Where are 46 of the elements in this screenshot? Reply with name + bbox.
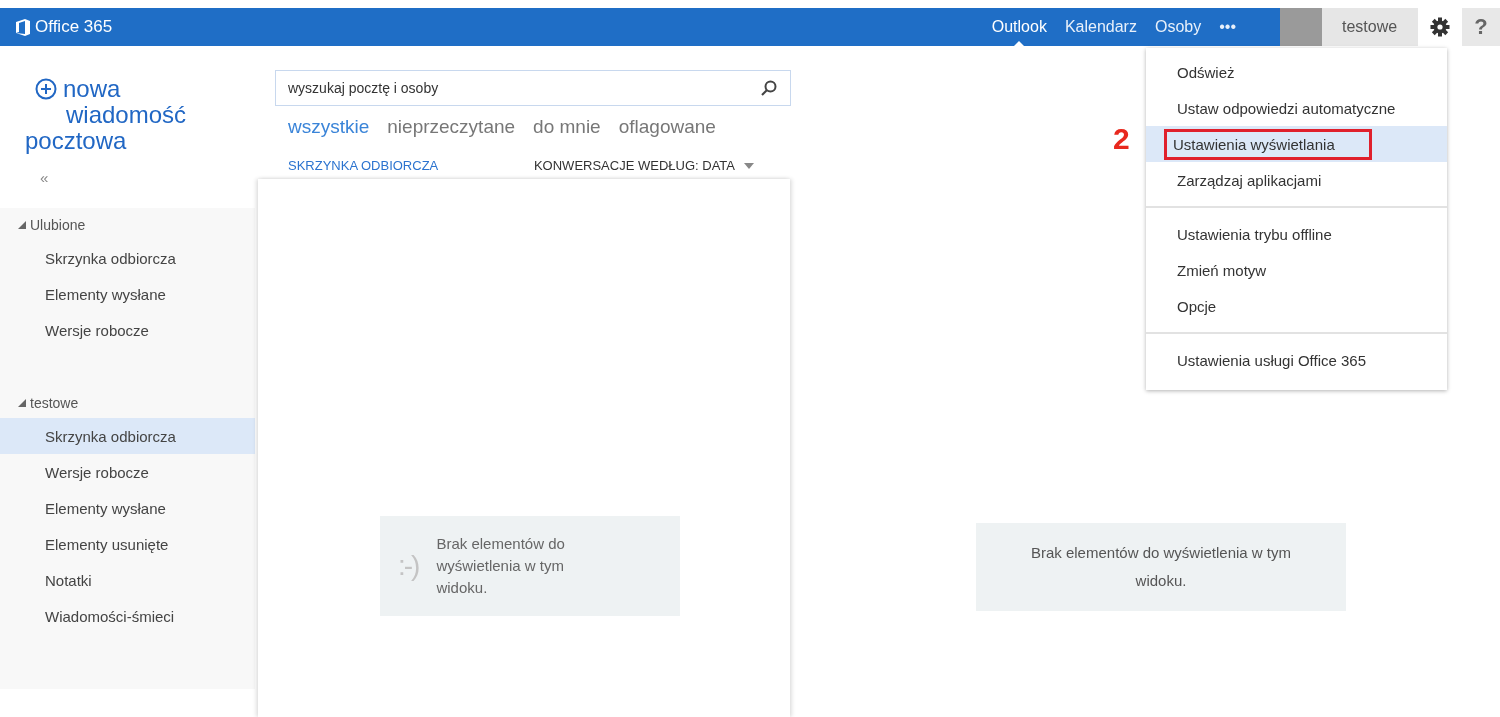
menu-item[interactable]: Ustawienia wyświetlania <box>1146 126 1447 162</box>
triangle-down-icon <box>18 221 26 229</box>
nav-tab[interactable]: ••• <box>1210 8 1245 46</box>
folder-item[interactable]: Notatki <box>0 562 255 598</box>
menu-item[interactable]: Zarządzaj aplikacjami <box>1146 162 1447 198</box>
empty-message-text: Brak elementów do wyświetlenia w tym widoku. <box>976 523 1346 611</box>
filter-tab[interactable]: do mnie <box>533 116 601 138</box>
folder-group[interactable]: testowe <box>0 388 255 418</box>
search-field[interactable]: wyszukaj pocztę i osoby <box>275 70 791 106</box>
folder-item[interactable]: Elementy wysłane <box>0 490 255 526</box>
folder-item[interactable]: Skrzynka odbiorcza <box>0 240 255 276</box>
nav-tab[interactable]: Kalendarz <box>1055 8 1146 46</box>
sort-dropdown[interactable]: KONWERSACJE WEDŁUG: DATA <box>533 158 754 173</box>
settings-button[interactable] <box>1418 8 1462 46</box>
app-logo: Office 365 <box>35 17 113 37</box>
folder-title: SKRZYNKA ODBIORCZA <box>288 158 439 173</box>
settings-icon <box>1430 17 1450 37</box>
menu-item[interactable]: Zmień motyw <box>1146 252 1447 288</box>
emoticon: :-) <box>398 549 419 582</box>
help-button[interactable]: ? <box>1462 8 1500 46</box>
caret-icon <box>744 162 754 169</box>
folder-item[interactable]: Elementy wysłane <box>0 276 255 312</box>
empty-message-text: Brak elementów do wyświetlenia w tym widoku. <box>436 533 566 598</box>
menu-item[interactable]: Ustawienia usługi Office 365 <box>1146 342 1447 378</box>
folder-item[interactable]: Elementy usunięte <box>0 526 255 562</box>
user-menu-button[interactable]: testowe <box>1322 8 1418 46</box>
office-logo-icon <box>16 18 30 36</box>
filter-tab[interactable]: nieprzeczytane <box>387 116 516 138</box>
folder-item[interactable]: Wersje robocze <box>0 312 255 348</box>
folder-group[interactable]: Ulubione <box>0 210 255 240</box>
nav-tab[interactable]: Outlook <box>982 8 1056 46</box>
step-number: 2 <box>1113 122 1130 156</box>
menu-item[interactable]: Ustaw odpowiedzi automatyczne <box>1146 90 1447 126</box>
collapse-button[interactable]: « <box>40 169 49 186</box>
menu-item[interactable]: Odśwież <box>1146 54 1447 90</box>
nav-tab[interactable]: Osoby <box>1145 8 1211 46</box>
menu-item[interactable]: Ustawienia trybu offline <box>1146 216 1447 252</box>
plus-icon <box>35 78 57 100</box>
filter-tab[interactable]: oflagowane <box>618 116 716 138</box>
folder-item[interactable]: Wiadomości-śmieci <box>0 598 255 634</box>
menu-item[interactable]: Opcje <box>1146 288 1447 324</box>
filter-tab[interactable]: wszystkie <box>288 116 370 138</box>
folder-item[interactable]: Wersje robocze <box>0 454 255 490</box>
triangle-down-icon <box>18 399 26 407</box>
search-icon <box>761 80 777 96</box>
folder-item[interactable]: Skrzynka odbiorcza <box>0 418 255 454</box>
